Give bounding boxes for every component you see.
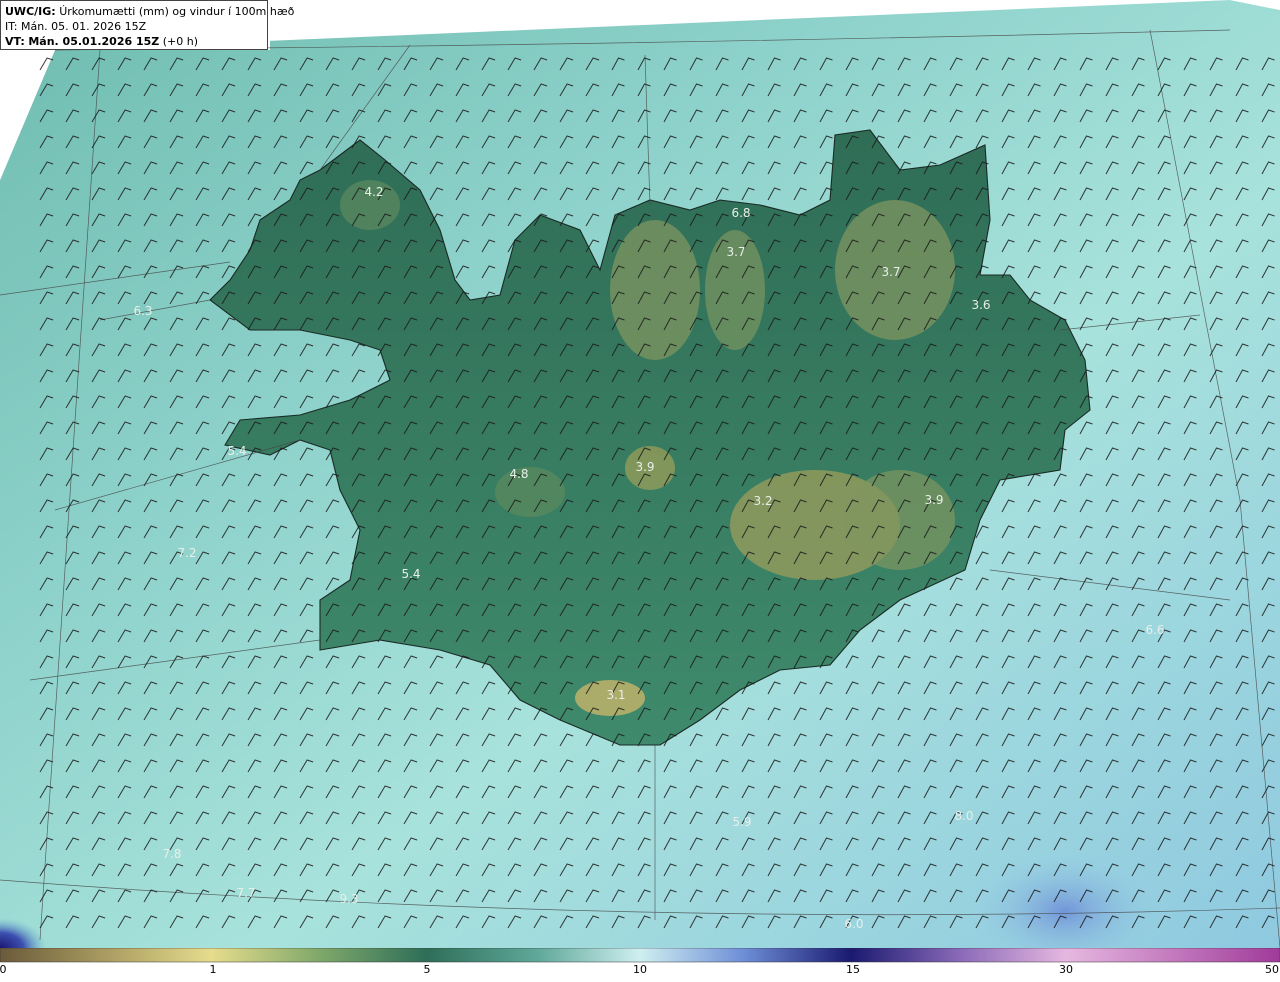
precip-value-label: 3.7 [726, 245, 745, 259]
precip-value-label: 3.7 [881, 265, 900, 279]
sea-deep-sw [0, 780, 260, 948]
title-row: UWC/IG: Úrkomumætti (mm) og vindur í 100… [5, 4, 294, 19]
precip-value-label: 7.8 [162, 847, 181, 861]
colorbar-tick-0: 0 [0, 963, 7, 976]
precip-value-label: 7.7 [236, 886, 255, 900]
precip-value-label: 6.6 [1145, 623, 1164, 637]
precip-value-label: 9.3 [339, 892, 358, 906]
colorbar-tick-5: 5 [423, 963, 431, 976]
precip-value-label: 3.9 [924, 493, 943, 507]
valid-time: Mán. 05.01.2026 15Z [28, 35, 160, 48]
precip-value-label: 6.3 [133, 304, 152, 318]
colorbar-tick-30: 30 [1059, 963, 1073, 976]
precip-value-label: 3.6 [971, 298, 990, 312]
precip-value-label: 3.2 [753, 494, 772, 508]
precip-value-label: 8.0 [954, 809, 973, 823]
colorbar-tick-15: 15 [846, 963, 860, 976]
lead-time: (+0 h) [162, 35, 199, 48]
precip-value-label: 6.8 [731, 206, 750, 220]
valid-label: VT: [5, 35, 25, 48]
precip-value-label: 4.8 [509, 467, 528, 481]
valid-row: VT: Mán. 05.01.2026 15Z (+0 h) [5, 34, 263, 49]
forecast-map: 4.2 6.8 3.7 3.7 3.6 6.3 5.4 4.8 3.9 3.2 3.9 7.2 5.4 6… [0, 0, 1280, 948]
init-row: IT: Mán. 05. 01. 2026 15Z [5, 19, 263, 34]
info-box: UWC/IG: Úrkomumætti (mm) og vindur í 100… [0, 0, 294, 50]
precip-value-label: 3.1 [606, 688, 625, 702]
precip-value-label: 5.9 [732, 815, 751, 829]
precip-value-label: 7.2 [177, 546, 196, 560]
precip-value-label: 5.4 [401, 567, 420, 581]
vatnajokull-east [845, 470, 955, 570]
precip-value-label: 4.2 [364, 185, 383, 199]
map-title: Úrkomumætti (mm) og vindur í 100m hæð [59, 5, 295, 18]
colorbar-tick-1: 1 [209, 963, 217, 976]
colorbar-tick-50: 50 [1265, 963, 1279, 976]
north-highland [610, 220, 700, 360]
colorbar-tick-10: 10 [633, 963, 647, 976]
langjokull-area [495, 467, 565, 517]
init-label: IT: [5, 20, 18, 33]
precip-value-label: 6.0 [844, 917, 863, 931]
model-name: UWC/IG: [5, 5, 56, 18]
init-time: Mán. 05. 01. 2026 15Z [20, 20, 147, 33]
precip-value-label: 3.9 [635, 460, 654, 474]
precip-value-label: 5.4 [227, 444, 246, 458]
